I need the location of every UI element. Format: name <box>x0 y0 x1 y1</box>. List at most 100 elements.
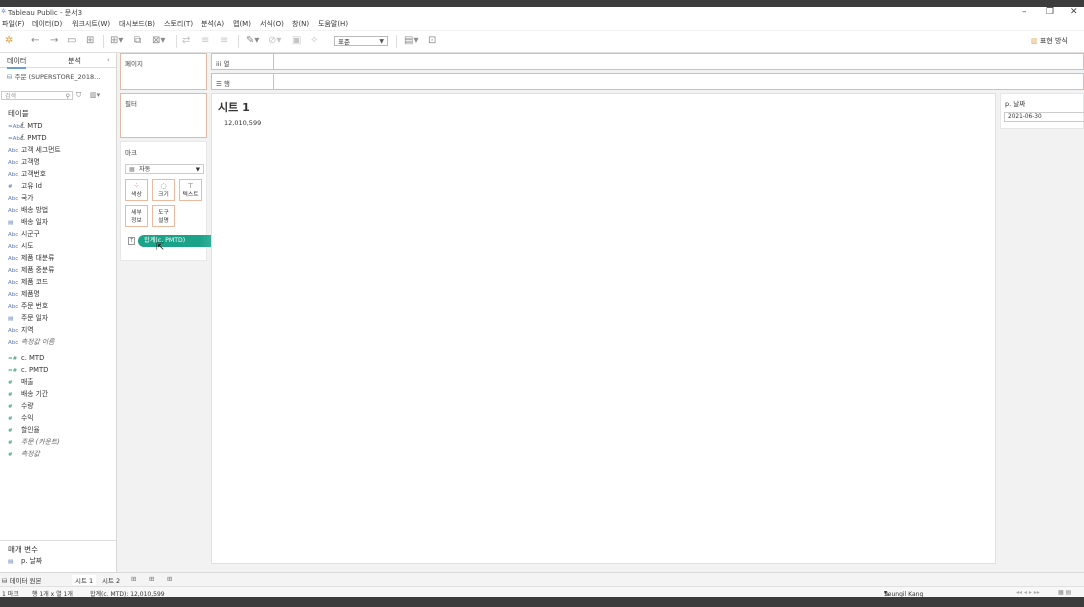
field-item[interactable]: ▤ 배송 일자 <box>8 217 48 227</box>
minimize-icon[interactable]: – <box>1022 7 1027 17</box>
field-item[interactable]: Abc 제품 대분류 <box>8 253 54 263</box>
menu-window[interactable]: 창(N) <box>292 19 309 29</box>
group-icon[interactable]: ⊘▾ <box>268 35 281 47</box>
field-item[interactable]: Abc 고객 세그먼트 <box>8 145 61 155</box>
field-item[interactable]: # 배송 기간 <box>8 389 48 399</box>
field-item[interactable]: Abc 제품 코드 <box>8 277 48 287</box>
save-icon[interactable]: ▭ <box>67 35 76 47</box>
sheet-tab-bar: ⛁ 데이터 원본 시트 1 시트 2 ⊞ ⊞ ⊞ <box>0 572 1084 586</box>
tab-data[interactable]: 데이터 <box>7 56 27 69</box>
sheet-nav-icons[interactable]: ◂◂ ◂ ▸ ▸▸ <box>1016 589 1040 596</box>
menu-worksheet[interactable]: 워크시트(W) <box>72 19 110 29</box>
filter-icon[interactable]: ⛉ <box>76 91 81 100</box>
search-placeholder: 검색 <box>5 93 17 100</box>
user-menu[interactable]: ♙ Seungil Kang ▾ <box>884 589 923 598</box>
filters-card[interactable]: 필터 <box>120 93 207 138</box>
field-item[interactable]: Abc 배송 방법 <box>8 205 48 215</box>
clear-sheet-icon[interactable]: ⊠▾ <box>152 35 165 47</box>
field-item[interactable]: Abc 고객번호 <box>8 169 46 179</box>
menu-file[interactable]: 파일(F) <box>2 19 24 29</box>
show-me-label: 표현 방식 <box>1039 37 1068 45</box>
sheet-sorter-icon[interactable]: ▦ ▤ <box>1058 589 1071 596</box>
datasource-item[interactable]: ⛁ 주문 (SUPERSTORE_2018... <box>7 71 100 81</box>
redo-icon[interactable]: → <box>50 35 58 47</box>
new-sheet-icon[interactable]: ⊞▾ <box>110 35 123 47</box>
menu-analysis[interactable]: 분석(A) <box>201 19 224 29</box>
tooltip-button[interactable]: 도구 설명 <box>152 205 175 227</box>
undo-icon[interactable]: ← <box>31 35 39 47</box>
search-input[interactable]: 검색 ⚲ <box>1 91 73 100</box>
datasource-tab-icon: ⛁ <box>2 577 8 585</box>
fit-dropdown[interactable]: 표준 ▼ <box>334 36 388 46</box>
field-type-icon: Abc <box>8 172 19 178</box>
field-item[interactable]: Abc 국가 <box>8 193 34 203</box>
field-item[interactable]: Abc 고객명 <box>8 157 40 167</box>
presentation-icon[interactable]: ⊡ <box>428 35 436 47</box>
tab-analytics[interactable]: 분석 <box>68 56 81 66</box>
detail-button[interactable]: 세부 정보 <box>125 205 148 227</box>
field-item[interactable]: Abc 지역 <box>8 325 34 335</box>
field-item[interactable]: Abc 주문 번호 <box>8 301 48 311</box>
sort-asc-icon[interactable]: ≡ <box>201 35 209 47</box>
field-item[interactable]: =Abcf. MTD <box>8 121 42 131</box>
field-type-icon: Abc <box>8 208 19 214</box>
new-datasource-icon[interactable]: ⊞ <box>86 35 94 47</box>
parameter-date-input[interactable]: 2021-06-30 <box>1004 112 1084 122</box>
labels-icon[interactable]: ▣ <box>292 35 301 47</box>
view-options-icon[interactable]: ▥▾ <box>90 91 100 99</box>
rows-shelf[interactable]: ☰ 행 <box>211 73 1084 90</box>
worksheet-view[interactable]: 시트 1 12,010,599 <box>211 93 996 564</box>
menu-data[interactable]: 데이터(D) <box>32 19 62 29</box>
field-item[interactable]: =# c. MTD <box>8 353 44 363</box>
parameter-field[interactable]: ▤ p. 날짜 <box>8 556 42 566</box>
size-button[interactable]: ◌ 크기 <box>152 179 175 201</box>
columns-shelf[interactable]: iii 열 <box>211 53 1084 70</box>
color-icon: ⁘ <box>133 182 140 190</box>
field-item[interactable]: # 매출 <box>8 377 34 387</box>
swap-icon[interactable]: ⇄ <box>182 35 190 47</box>
field-item[interactable]: # 고유 Id <box>8 181 42 191</box>
field-item[interactable]: ▤ 주문 일자 <box>8 313 48 323</box>
pages-card[interactable]: 페이지 <box>120 53 207 90</box>
tab-datasource[interactable]: ⛁ 데이터 원본 <box>2 575 42 585</box>
tab-sheet-1[interactable]: 시트 1 <box>72 575 97 585</box>
field-item[interactable]: # 측정값 <box>8 449 40 459</box>
field-item[interactable]: =Abcf. PMTD <box>8 133 47 143</box>
text-button[interactable]: ⊤ 텍스트 <box>179 179 202 201</box>
menu-format[interactable]: 서식(O) <box>260 19 284 29</box>
field-label: 시도 <box>21 242 34 250</box>
highlight-icon[interactable]: ✎▾ <box>246 35 259 47</box>
duplicate-sheet-icon[interactable]: ⧉ <box>134 35 141 47</box>
columns-drop-area[interactable] <box>273 54 1083 69</box>
pin-icon[interactable]: ✧ <box>310 35 318 47</box>
field-item[interactable]: Abc 제품 중분류 <box>8 265 54 275</box>
new-story-icon[interactable]: ⊞ <box>167 575 172 583</box>
sort-desc-icon[interactable]: ≡ <box>220 35 228 47</box>
field-item[interactable]: # 수익 <box>8 413 34 423</box>
field-item[interactable]: =# c. PMTD <box>8 365 48 375</box>
close-icon[interactable]: ✕ <box>1070 7 1078 17</box>
new-dashboard-icon[interactable]: ⊞ <box>149 575 154 583</box>
menu-help[interactable]: 도움말(H) <box>318 19 348 29</box>
field-item[interactable]: # 할인율 <box>8 425 40 435</box>
show-me-button[interactable]: ▥ 표현 방식 <box>1031 36 1068 46</box>
field-item[interactable]: Abc 시도 <box>8 241 34 251</box>
new-worksheet-icon[interactable]: ⊞ <box>131 575 136 583</box>
rows-drop-area[interactable] <box>273 74 1083 89</box>
field-label: 시군구 <box>21 230 40 238</box>
menu-dashboard[interactable]: 대시보드(B) <box>119 19 155 29</box>
collapse-pane-icon[interactable]: ‹ <box>107 56 110 64</box>
field-item[interactable]: Abc 제품명 <box>8 289 40 299</box>
menu-story[interactable]: 스토리(T) <box>164 19 193 29</box>
field-item[interactable]: Abc 측정값 이름 <box>8 337 54 347</box>
field-item[interactable]: Abc 시군구 <box>8 229 40 239</box>
color-button[interactable]: ⁘ 색상 <box>125 179 148 201</box>
tableau-home-icon[interactable]: ✲ <box>5 35 13 47</box>
tab-sheet-2[interactable]: 시트 2 <box>102 575 120 585</box>
restore-icon[interactable]: ❐ <box>1046 7 1054 17</box>
show-cards-icon[interactable]: ▤▾ <box>404 35 418 47</box>
field-item[interactable]: # 수량 <box>8 401 34 411</box>
mark-type-dropdown[interactable]: ▦ 자동 ▼ <box>125 164 204 174</box>
menu-map[interactable]: 맵(M) <box>233 19 251 29</box>
field-item[interactable]: # 주문 (카운트) <box>8 437 60 447</box>
